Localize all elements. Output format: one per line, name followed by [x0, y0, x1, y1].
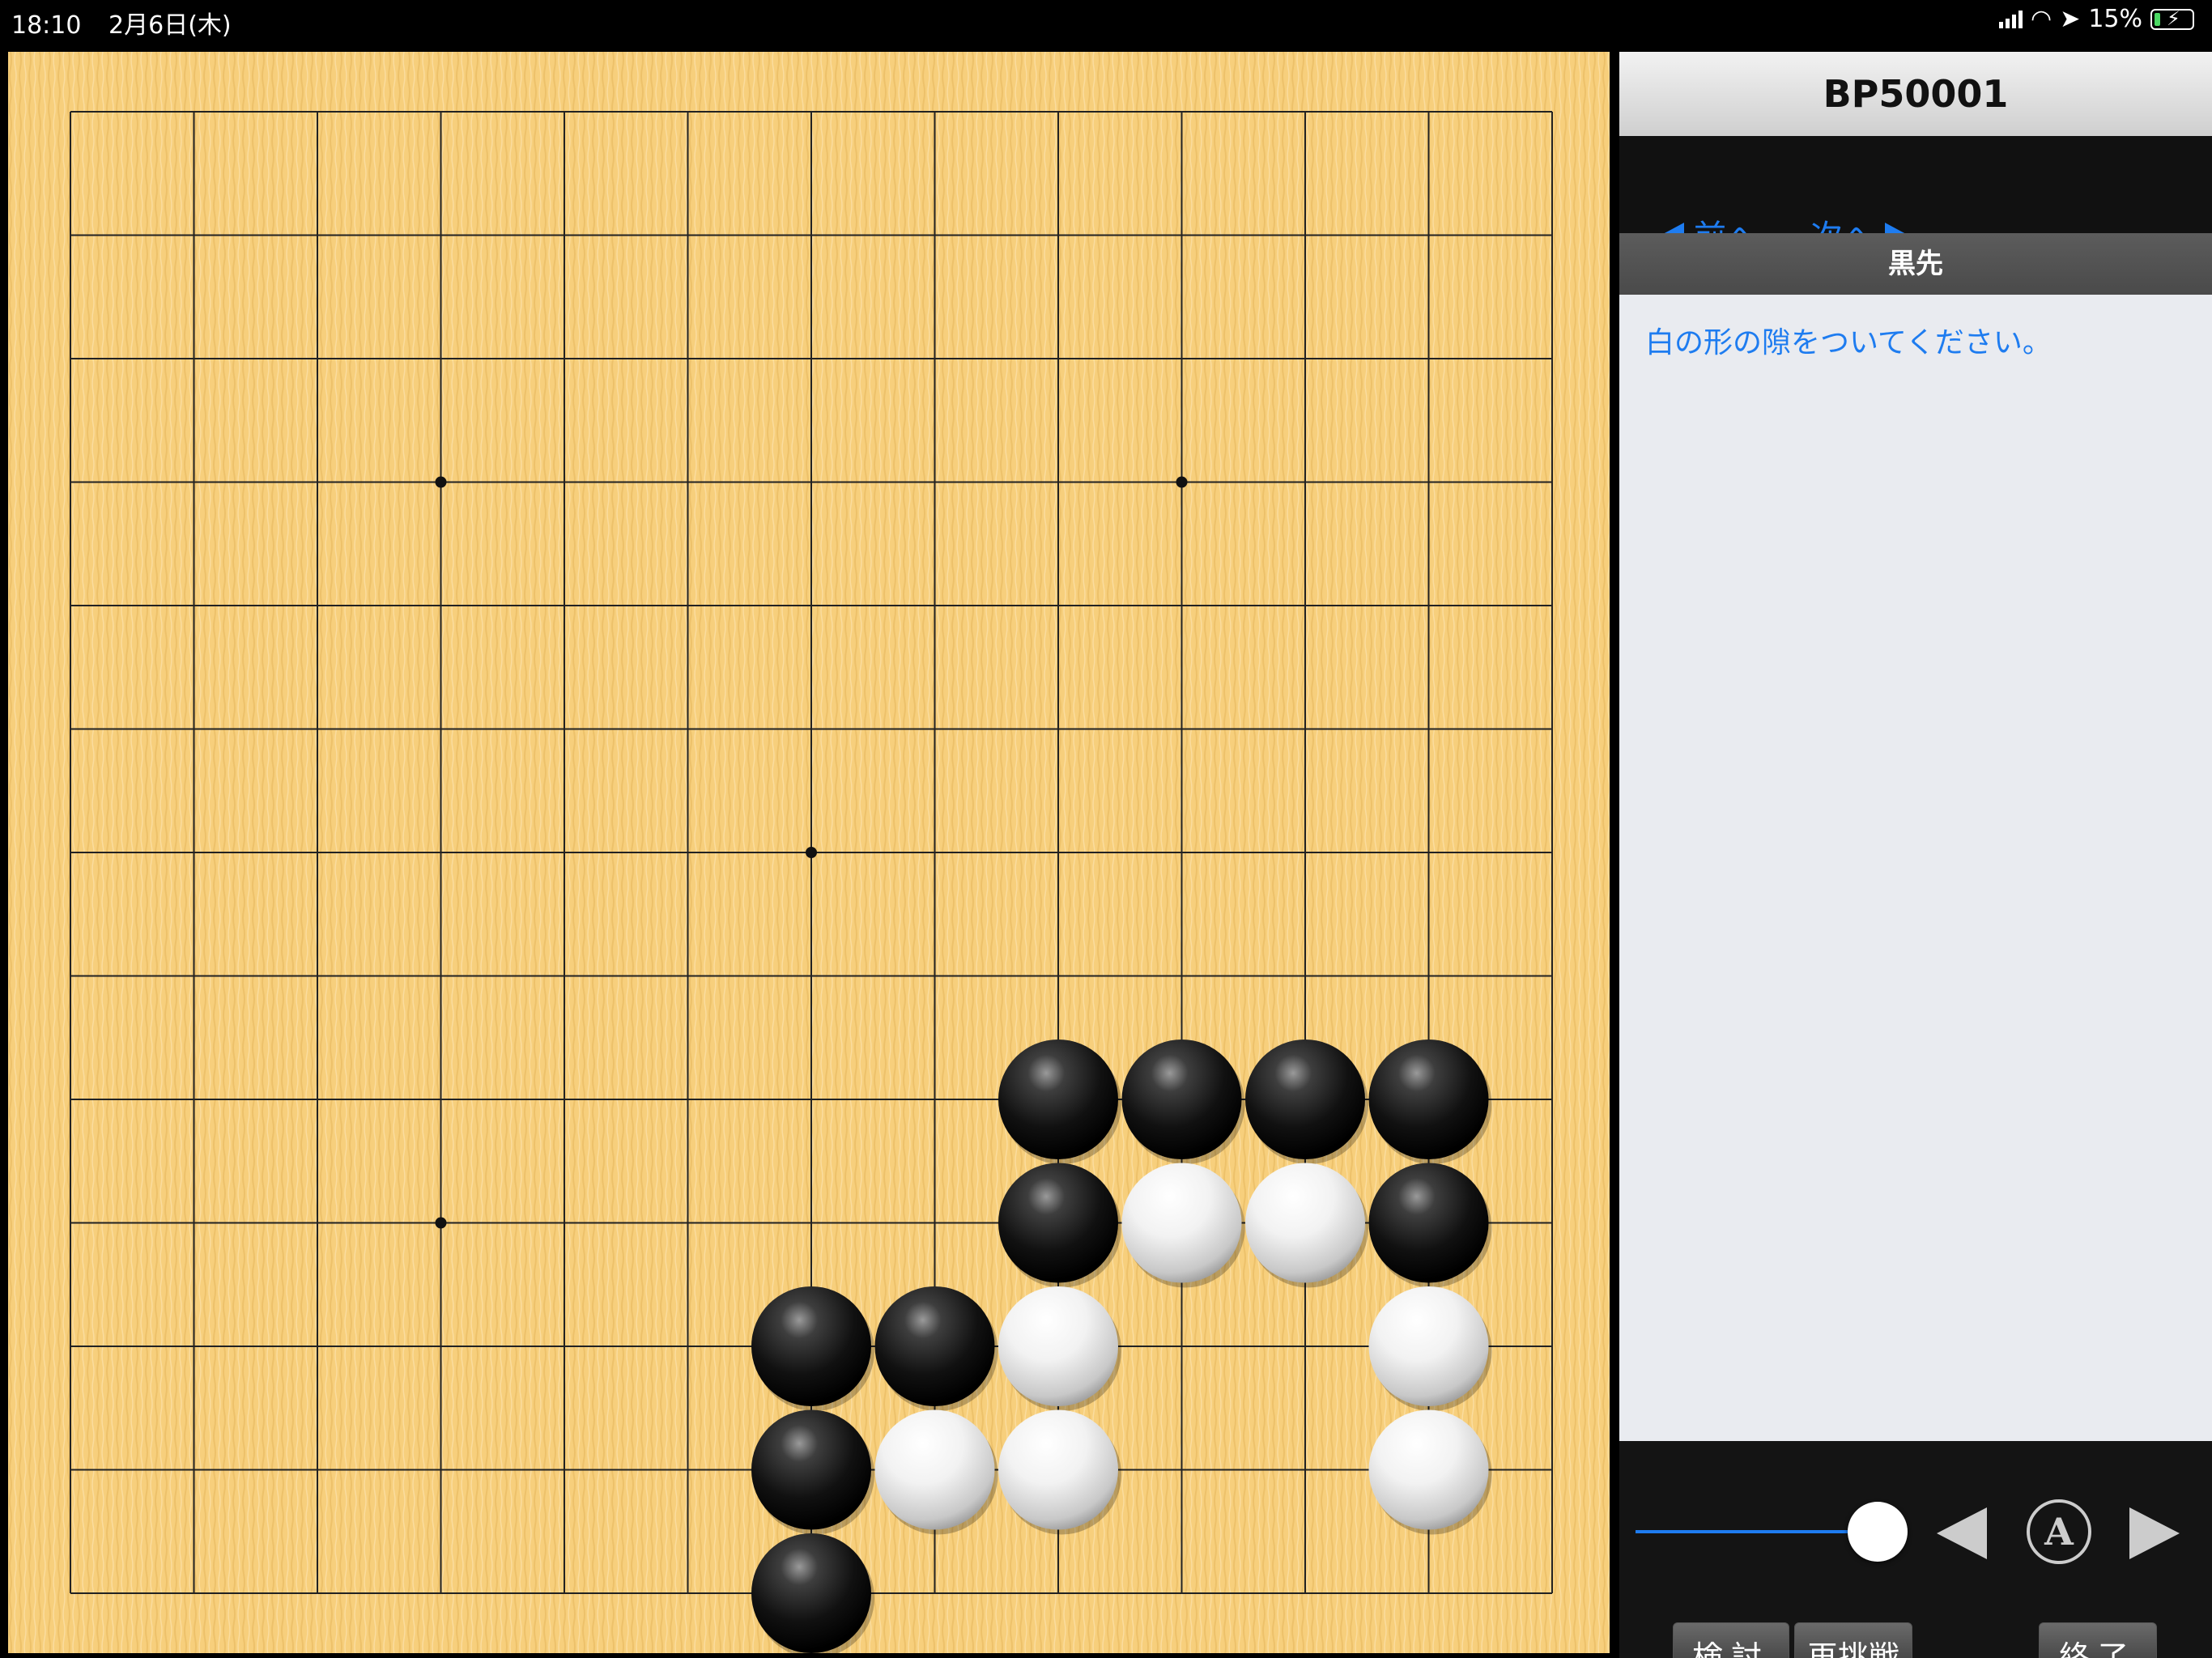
star-point [1176, 476, 1188, 488]
black-stone [751, 1286, 871, 1406]
status-time: 18:10 [11, 11, 82, 40]
status-date: 2月6日(木) [108, 11, 232, 40]
move-slider-track[interactable] [1636, 1530, 1878, 1533]
problem-panel: BP50001 前へ 次へ 黒先 白の形の隙をついてください。 A 検討 再挑戦… [1619, 52, 2212, 1658]
charging-icon: ⚡ [2167, 6, 2180, 30]
end-button[interactable]: 終了 [2039, 1622, 2157, 1658]
battery-icon: ⚡ [2150, 6, 2194, 30]
star-point [435, 476, 447, 488]
wifi-icon: ◠ [2030, 5, 2052, 33]
review-button[interactable]: 検討 [1673, 1622, 1789, 1658]
retry-button[interactable]: 再挑戦 [1794, 1622, 1912, 1658]
black-stone [1245, 1039, 1365, 1159]
auto-play-button[interactable]: A [2027, 1499, 2091, 1564]
black-stone [874, 1286, 995, 1406]
turn-indicator: 黒先 [1619, 233, 2212, 295]
star-point [806, 847, 817, 858]
black-stone [998, 1163, 1118, 1283]
white-stone [1121, 1163, 1242, 1283]
move-slider-knob[interactable] [1848, 1502, 1908, 1562]
black-stone [1368, 1039, 1489, 1159]
prev-move-icon[interactable] [1937, 1507, 1987, 1559]
go-board-canvas[interactable] [8, 52, 1610, 1653]
go-board[interactable] [8, 52, 1610, 1653]
status-left: 18:10 2月6日(木) [11, 5, 251, 40]
black-stone [751, 1533, 871, 1653]
star-point [435, 1217, 447, 1229]
battery-percent: 15% [2088, 5, 2142, 33]
status-bar: 18:10 2月6日(木) ◠ ➤ 15% ⚡ [0, 0, 2212, 45]
white-stone [998, 1286, 1118, 1406]
battery-fill [2155, 12, 2160, 26]
problem-description-area: 白の形の隙をついてください。 [1619, 295, 2212, 1441]
playback-controls: A 検討 再挑戦 終了 [1619, 1441, 2212, 1658]
status-right: ◠ ➤ 15% ⚡ [1998, 5, 2194, 33]
white-stone [1368, 1286, 1489, 1406]
white-stone [1245, 1163, 1365, 1283]
white-stone [874, 1409, 995, 1530]
white-stone [998, 1409, 1118, 1530]
problem-description: 白の形の隙をついてください。 [1645, 326, 2052, 359]
black-stone [751, 1409, 871, 1530]
black-stone [1368, 1163, 1489, 1283]
signal-icon [1998, 10, 2023, 28]
black-stone [1121, 1039, 1242, 1159]
problem-title: BP50001 [1619, 52, 2212, 136]
white-stone [1368, 1409, 1489, 1530]
black-stone [998, 1039, 1118, 1159]
next-move-icon[interactable] [2129, 1507, 2180, 1559]
location-icon: ➤ [2060, 5, 2081, 33]
